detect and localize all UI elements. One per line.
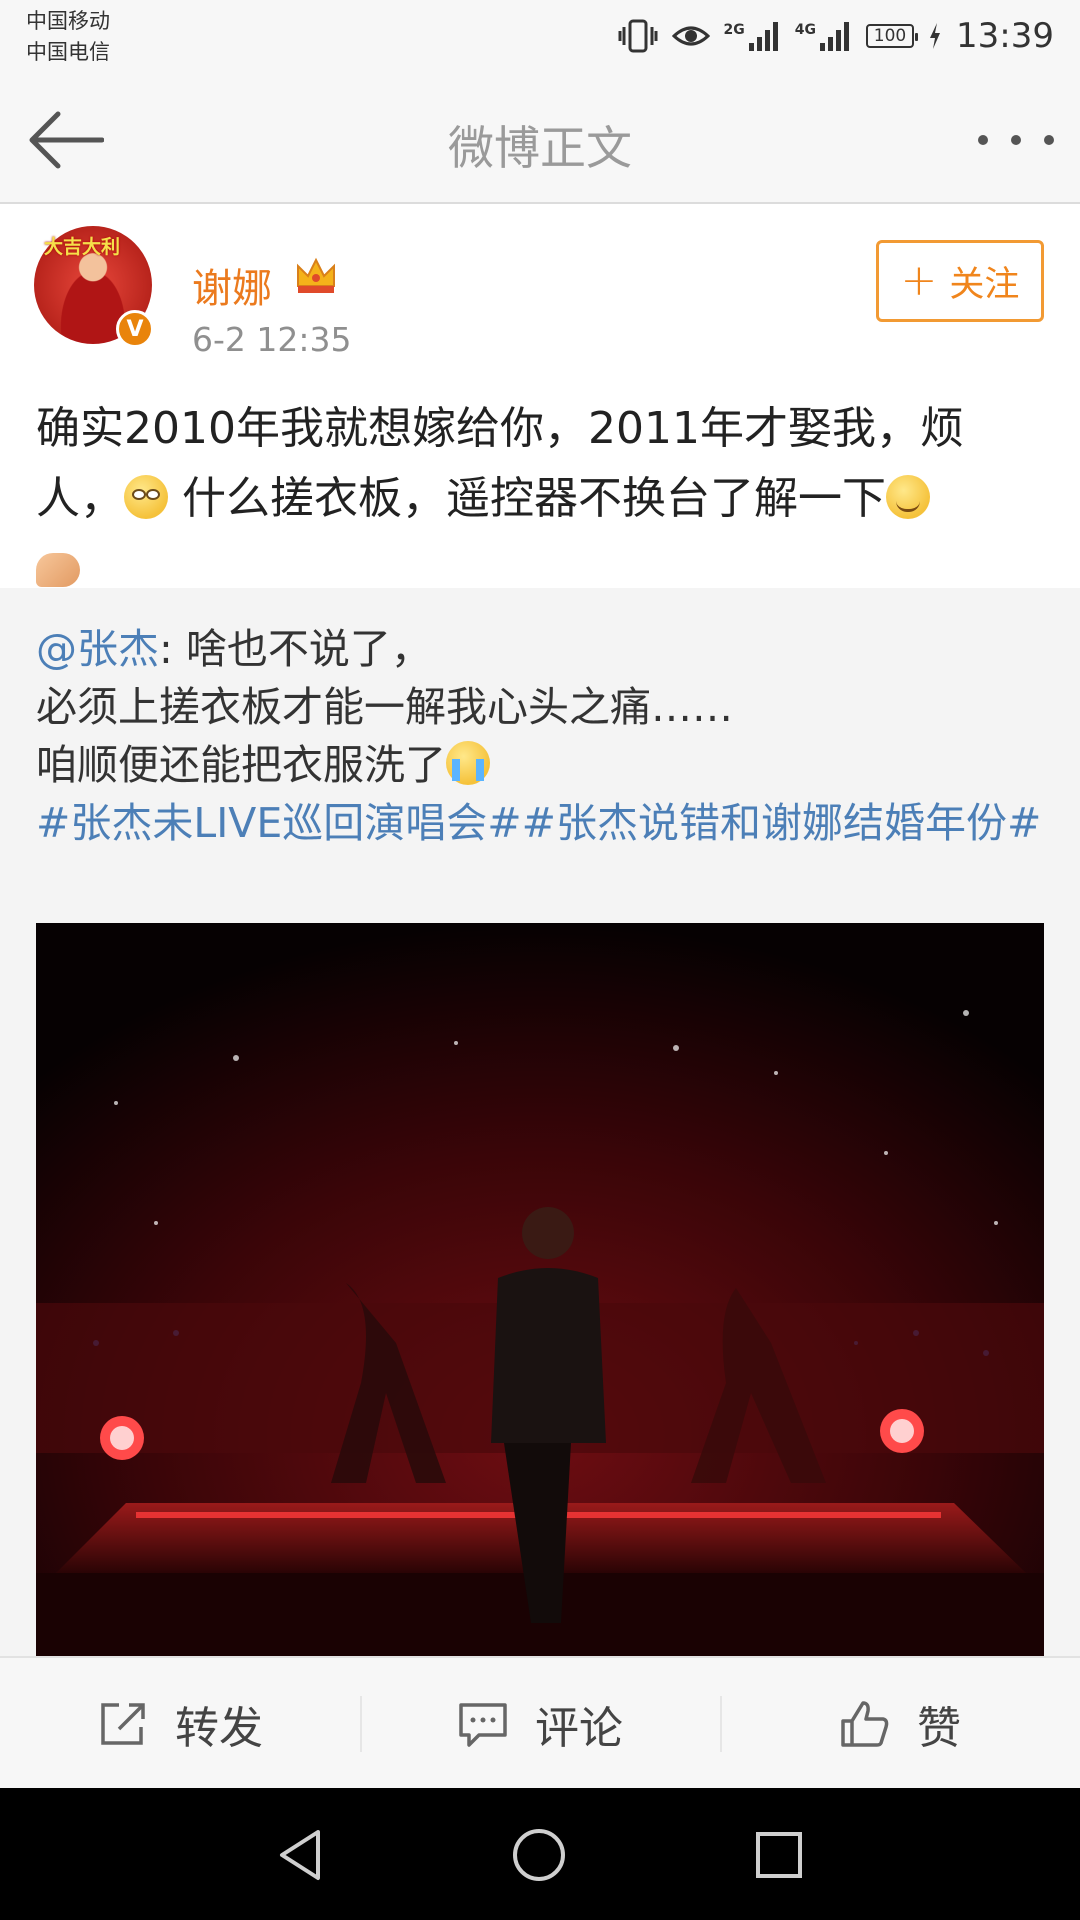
- nav-bar: 微博正文: [0, 82, 1080, 204]
- action-bar: 转发 评论 赞: [0, 1656, 1080, 1790]
- signal-4g-icon: 4G: [795, 19, 852, 53]
- plus-icon: +: [900, 255, 938, 306]
- retweet-text: @张杰: 啥也不说了， 必须上搓衣板才能一解我心头之痛…… 咱顺便还能把衣服洗了 #张…: [36, 620, 1046, 852]
- crown-icon: [294, 256, 338, 296]
- eye-roll-emoji-icon: [124, 475, 168, 519]
- back-triangle-icon[interactable]: [272, 1826, 330, 1884]
- battery-icon: 100: [866, 24, 919, 48]
- status-bar: 中国移动 中国电信 2G 4G 100 13:39: [0, 0, 1080, 82]
- retweet-line-3: 咱顺便还能把衣服洗了: [36, 741, 446, 789]
- eye-icon: [671, 22, 710, 50]
- like-label: 赞: [917, 1703, 961, 1754]
- avatar[interactable]: 大吉大利 V: [34, 226, 154, 348]
- beckon-hand-icon: [36, 553, 80, 587]
- clock: 13:39: [956, 16, 1054, 56]
- weibo-post: 大吉大利 V 谢娜 6-2 12:35 + 关注 确实2010年我就想嫁给你，2…: [0, 204, 1080, 588]
- post-text-part2: 什么搓衣板，遥控器不换台了解一下: [168, 473, 886, 524]
- comment-icon: [459, 1703, 507, 1747]
- recents-square-icon[interactable]: [750, 1826, 808, 1884]
- repost-label: 转发: [175, 1703, 263, 1754]
- follow-button[interactable]: + 关注: [876, 240, 1044, 322]
- retweet-line-1: : 啥也不说了，: [159, 625, 432, 673]
- smirk-emoji-icon: [886, 475, 930, 519]
- thumbs-up-icon: [841, 1701, 889, 1747]
- hashtag-links[interactable]: #张杰未LIVE巡回演唱会##张杰说错和谢娜结婚年份#: [36, 799, 1041, 847]
- like-button[interactable]: 赞: [720, 1658, 1080, 1790]
- system-nav-bar: [0, 1788, 1080, 1920]
- vibrate-icon: [618, 19, 658, 53]
- more-dots-icon[interactable]: [978, 124, 1054, 156]
- mention-link[interactable]: @张杰: [36, 625, 159, 673]
- net-4g-label: 4G: [794, 22, 817, 38]
- carrier-1: 中国移动: [26, 9, 110, 33]
- page-title: 微博正文: [448, 121, 632, 175]
- post-text: 确实2010年我就想嫁给你，2011年才娶我，烦人， 什么搓衣板，遥控器不换台了…: [36, 394, 1046, 604]
- carrier-2: 中国电信: [26, 40, 110, 64]
- avatar-caption: 大吉大利: [44, 236, 121, 258]
- follow-label: 关注: [949, 264, 1020, 305]
- signal-2g-icon: 2G: [724, 19, 781, 53]
- status-icons: 2G 4G 100 13:39: [618, 14, 1054, 58]
- username[interactable]: 谢娜: [192, 256, 272, 314]
- net-2g-label: 2G: [723, 22, 745, 38]
- charging-icon: [928, 22, 942, 50]
- concert-video-thumbnail[interactable]: [36, 923, 1044, 1656]
- retweet-block[interactable]: @张杰: 啥也不说了， 必须上搓衣板才能一解我心头之痛…… 咱顺便还能把衣服洗了 #张…: [0, 588, 1080, 1656]
- home-circle-icon[interactable]: [510, 1826, 568, 1884]
- post-time: 6-2 12:35: [192, 320, 352, 359]
- verified-badge-icon: V: [116, 310, 154, 348]
- comment-button[interactable]: 评论: [360, 1658, 720, 1790]
- repost-button[interactable]: 转发: [0, 1658, 360, 1790]
- comment-label: 评论: [535, 1703, 623, 1754]
- crying-emoji-icon: [446, 741, 490, 785]
- share-icon: [101, 1703, 145, 1745]
- retweet-line-2: 必须上搓衣板才能一解我心头之痛……: [36, 683, 733, 731]
